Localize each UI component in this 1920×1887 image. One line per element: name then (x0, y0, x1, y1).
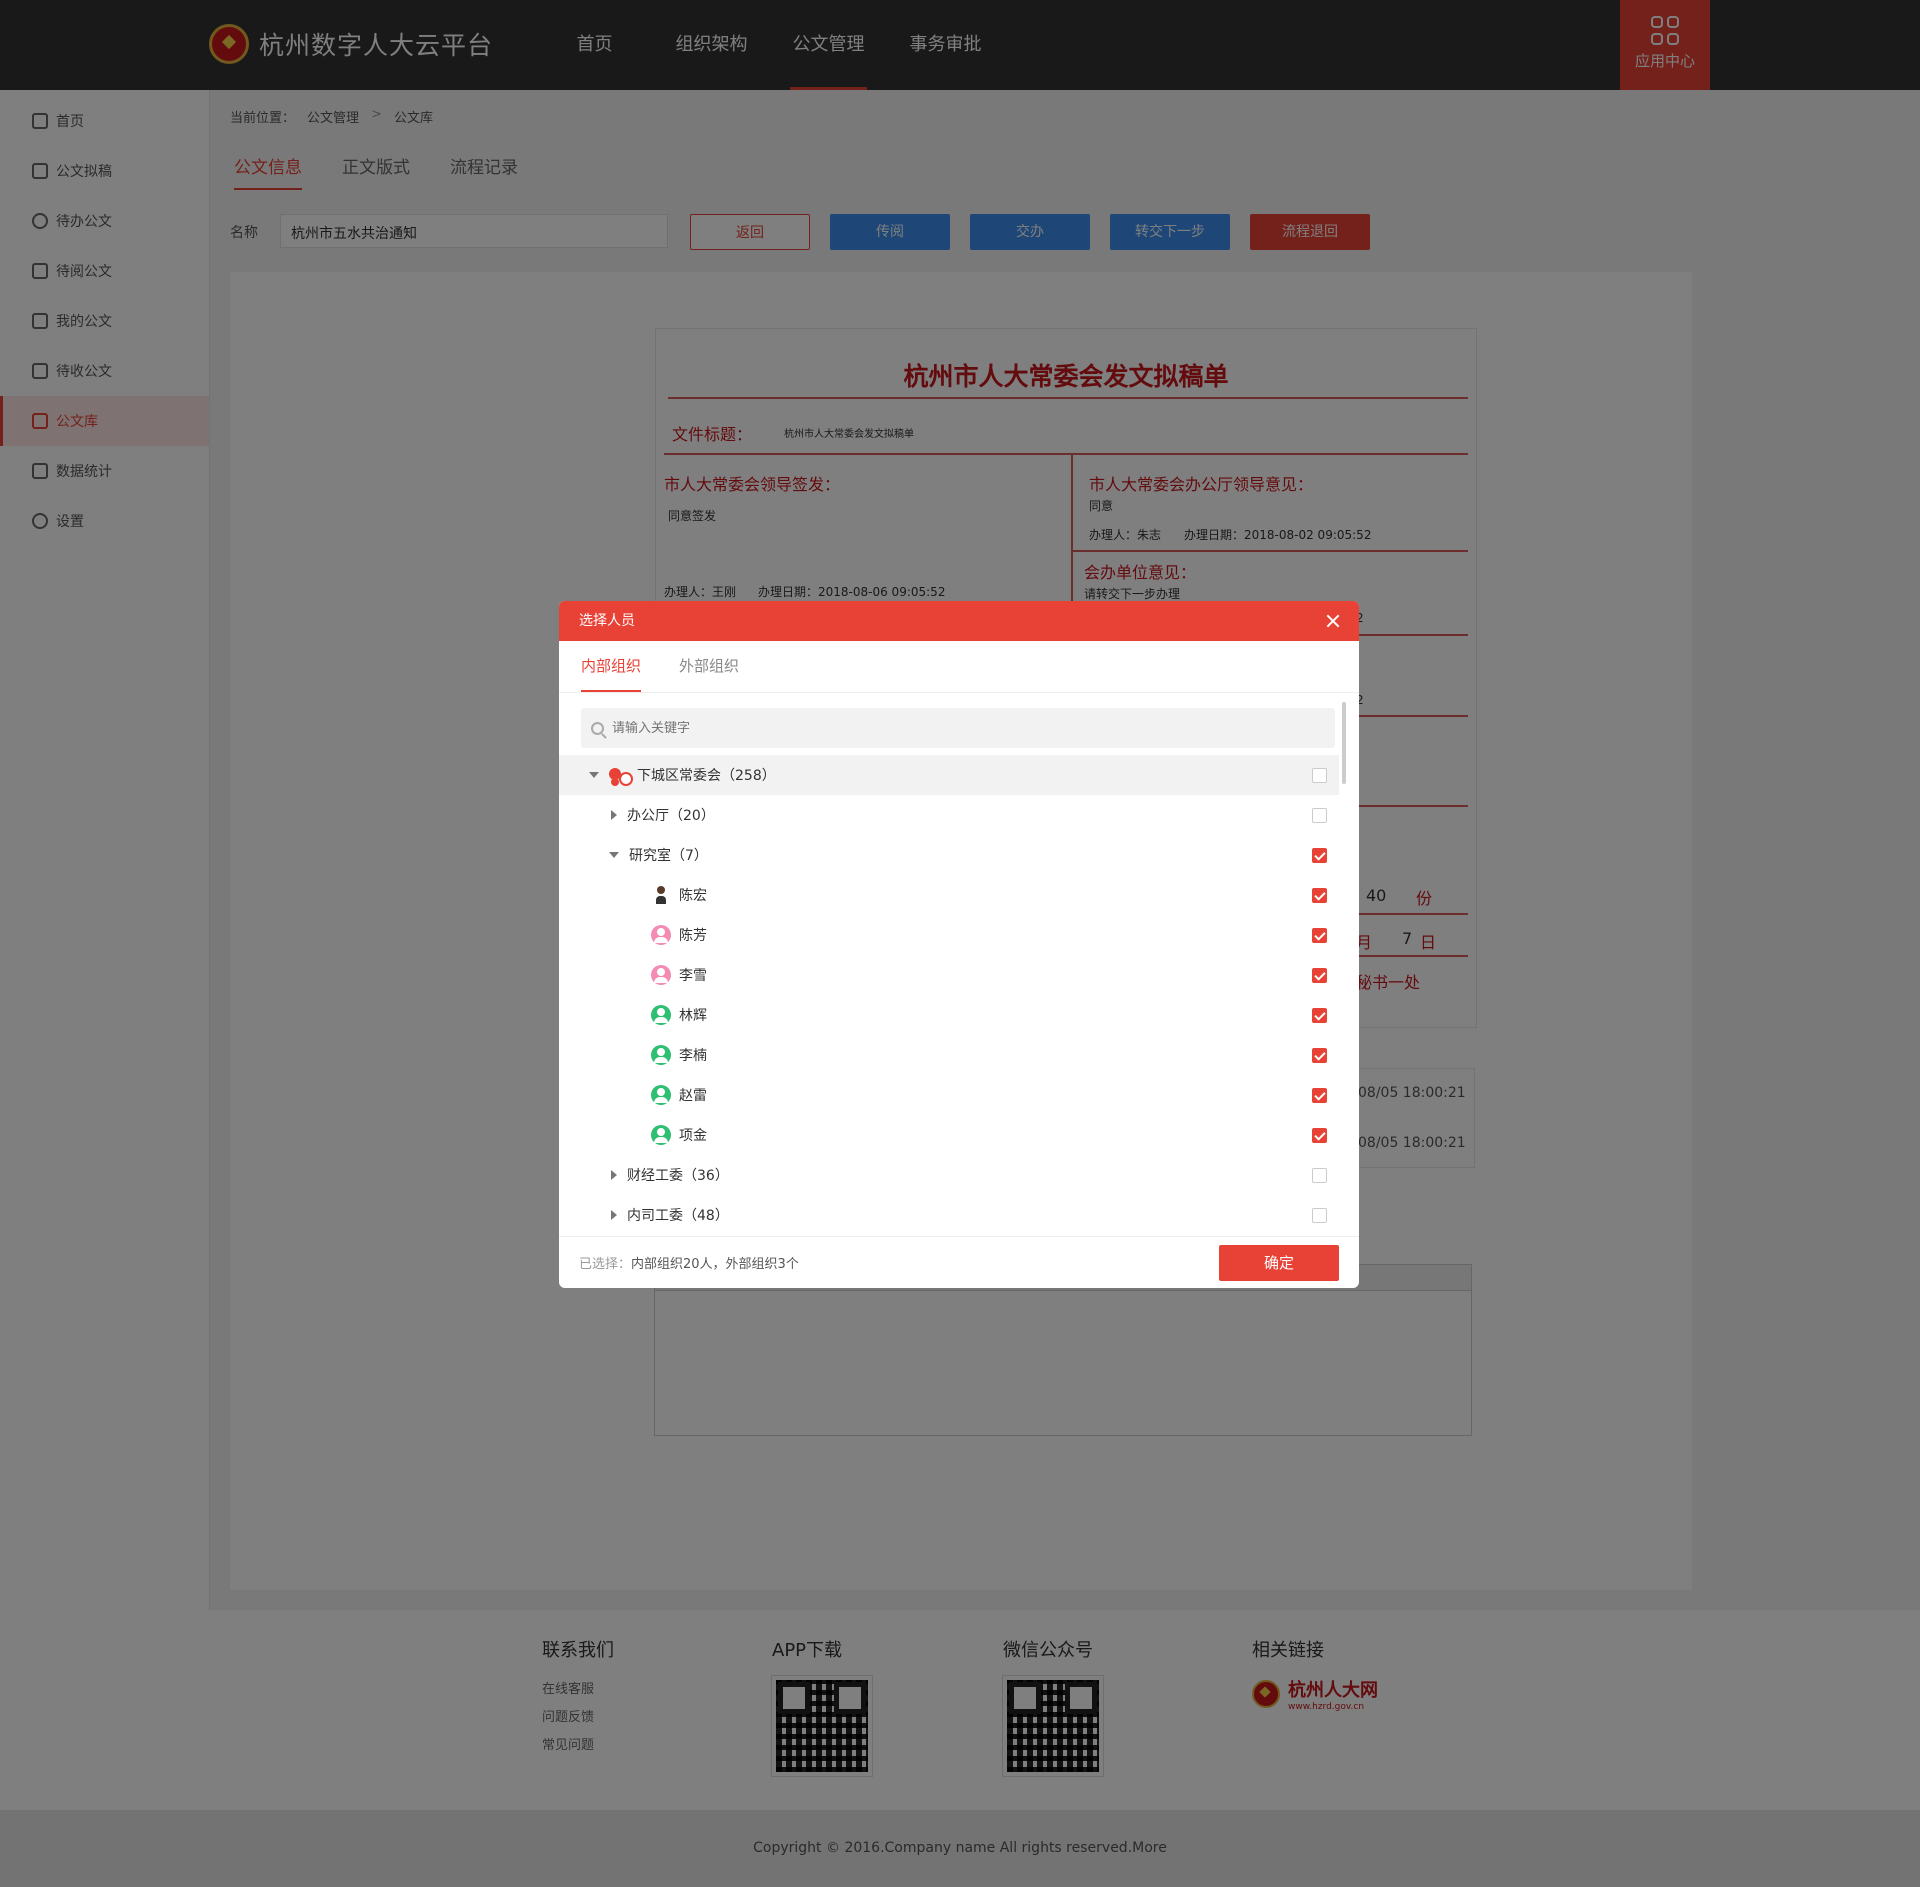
search-input[interactable] (612, 720, 1212, 736)
checkbox[interactable] (1312, 1168, 1327, 1183)
tree-group[interactable]: 办公厅（20） (559, 795, 1339, 835)
tree-label: 李楠 (679, 1048, 707, 1064)
modal-title: 选择人员 (579, 613, 635, 629)
search-box (581, 708, 1335, 748)
tree-label: 财经工委（36） (627, 1168, 729, 1184)
checkbox[interactable] (1312, 1128, 1327, 1143)
tree-group[interactable]: 财经工委（36） (559, 1155, 1339, 1195)
female-avatar-icon (651, 925, 671, 945)
tree-member[interactable]: 林辉 (559, 995, 1339, 1035)
checkbox[interactable] (1312, 928, 1327, 943)
checkbox[interactable] (1312, 1208, 1327, 1223)
tree-member[interactable]: 陈宏 (559, 875, 1339, 915)
search-icon (591, 721, 604, 735)
tree-group[interactable]: 内司工委（48） (559, 1195, 1339, 1235)
tab-internal[interactable]: 内部组织 (581, 641, 642, 692)
tree-label: 林辉 (679, 1008, 707, 1024)
tree-label: 下城区常委会（258） (637, 768, 776, 784)
modal-tabs: 内部组织 外部组织 (559, 641, 1359, 693)
select-person-modal: 选择人员 内部组织 外部组织 下城区常委会（258） 办公厅（20） 研究室（7… (559, 601, 1359, 1288)
modal-header: 选择人员 (559, 601, 1359, 641)
photo-avatar (651, 885, 671, 905)
male-avatar-icon (651, 1045, 671, 1065)
chevron-down-icon[interactable] (609, 852, 619, 858)
male-avatar-icon (651, 1125, 671, 1145)
chevron-down-icon[interactable] (589, 772, 599, 778)
checkbox[interactable] (1312, 808, 1327, 823)
male-avatar-icon (651, 1005, 671, 1025)
checkbox[interactable] (1312, 768, 1327, 783)
tree-label: 项金 (679, 1128, 707, 1144)
selected-label: 已选择： (579, 1257, 632, 1272)
checkbox[interactable] (1312, 1048, 1327, 1063)
tree-label: 内司工委（48） (627, 1208, 729, 1224)
tree-label: 陈芳 (679, 928, 707, 944)
modal-footer: 已选择：内部组织20人，外部组织3个 确定 (559, 1236, 1359, 1288)
selected-summary: 已选择：内部组织20人，外部组织3个 (579, 1253, 799, 1272)
tab-external[interactable]: 外部组织 (679, 641, 739, 692)
male-avatar-icon (651, 1085, 671, 1105)
tree-member[interactable]: 赵雷 (559, 1075, 1339, 1115)
scrollbar[interactable] (1342, 702, 1346, 784)
chevron-right-icon[interactable] (611, 1210, 617, 1220)
confirm-button[interactable]: 确定 (1219, 1245, 1339, 1281)
female-avatar-icon (651, 965, 671, 985)
tree-group[interactable]: 研究室（7） (559, 835, 1339, 875)
tree-label: 研究室（7） (629, 848, 708, 864)
tree-member[interactable]: 李楠 (559, 1035, 1339, 1075)
selected-value: 内部组织20人，外部组织3个 (631, 1257, 799, 1272)
group-icon (609, 766, 633, 786)
close-icon[interactable] (1323, 611, 1343, 631)
checkbox[interactable] (1312, 848, 1327, 863)
chevron-right-icon[interactable] (611, 810, 617, 820)
tree-label: 陈宏 (679, 888, 707, 904)
checkbox[interactable] (1312, 1088, 1327, 1103)
tree-member[interactable]: 李雪 (559, 955, 1339, 995)
org-tree: 下城区常委会（258） 办公厅（20） 研究室（7） 陈宏 陈芳 李雪 林辉 李… (559, 755, 1339, 1235)
tree-member[interactable]: 项金 (559, 1115, 1339, 1155)
checkbox[interactable] (1312, 1008, 1327, 1023)
tree-root[interactable]: 下城区常委会（258） (559, 755, 1339, 795)
tree-label: 李雪 (679, 968, 707, 984)
tree-member[interactable]: 陈芳 (559, 915, 1339, 955)
tree-label: 办公厅（20） (627, 808, 715, 824)
checkbox[interactable] (1312, 968, 1327, 983)
checkbox[interactable] (1312, 888, 1327, 903)
tree-label: 赵雷 (679, 1088, 707, 1104)
chevron-right-icon[interactable] (611, 1170, 617, 1180)
